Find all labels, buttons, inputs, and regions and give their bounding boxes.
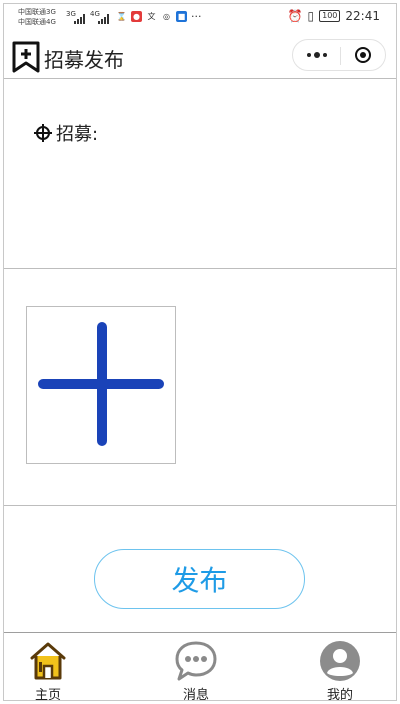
chat-icon: [175, 641, 217, 681]
carrier-info: 中国联通3G 中国联通4G: [18, 7, 56, 27]
battery-indicator: 100: [319, 10, 341, 22]
more-dot: [313, 52, 320, 58]
recruit-label: 招募:: [56, 124, 99, 145]
tab-profile[interactable]: 我的: [300, 636, 380, 701]
notification-icons: ⌛ ● 文 ◎ ■ ···: [116, 10, 202, 23]
home-icon: [30, 642, 66, 680]
vibrate-icon: ▯: [307, 9, 315, 23]
more-notifications-icon: ···: [191, 10, 202, 23]
app-frame: 中国联通3G 中国联通4G 3G 4G ⌛ ● 文 ◎ ■ ··· ⏰ ▯ 10…: [3, 3, 397, 701]
alarm-icon: ⏰: [287, 9, 303, 23]
bookmark-add-icon: [12, 41, 40, 73]
carrier-1: 中国联通3G: [18, 8, 56, 16]
recruit-field[interactable]: 招募:: [34, 120, 98, 146]
more-dot: [306, 53, 311, 57]
translate-icon: 文: [147, 12, 156, 21]
signal-bars-icon: [98, 14, 109, 24]
status-bar: 中国联通3G 中国联通4G 3G 4G ⌛ ● 文 ◎ ■ ··· ⏰ ▯ 10…: [4, 4, 396, 30]
title-bar: 招募发布: [4, 32, 396, 78]
divider: [4, 505, 396, 506]
hourglass-icon: ⌛: [116, 12, 127, 21]
signal-bars-icon: [74, 14, 85, 24]
divider: [4, 268, 396, 269]
wifi-icon: ◎: [163, 12, 170, 21]
status-right: ⏰ ▯ 100 22:41: [288, 9, 380, 23]
tab-messages[interactable]: 消息: [156, 636, 236, 701]
divider: [4, 78, 396, 79]
tab-label: 我的: [326, 688, 353, 701]
capsule-divider: [340, 47, 341, 65]
miniprogram-capsule: [292, 39, 386, 71]
tab-label: 消息: [182, 688, 209, 701]
more-dot: [322, 53, 327, 57]
crosshair-icon: [34, 124, 52, 142]
app-notification-icon: ●: [131, 11, 142, 22]
carrier-2: 中国联通4G: [18, 18, 56, 26]
close-miniprogram-button[interactable]: [354, 46, 372, 64]
status-time: 22:41: [345, 9, 380, 23]
add-image-button[interactable]: [26, 306, 176, 464]
app-icon: ■: [176, 11, 187, 22]
more-button[interactable]: [293, 40, 340, 70]
tab-home[interactable]: 主页: [8, 636, 88, 701]
plus-icon: [38, 322, 164, 446]
page-title: 招募发布: [44, 48, 124, 72]
user-icon: [320, 641, 360, 681]
tabbar-divider: [4, 632, 396, 633]
publish-button[interactable]: 发布: [94, 549, 305, 609]
tab-label: 主页: [34, 688, 61, 701]
